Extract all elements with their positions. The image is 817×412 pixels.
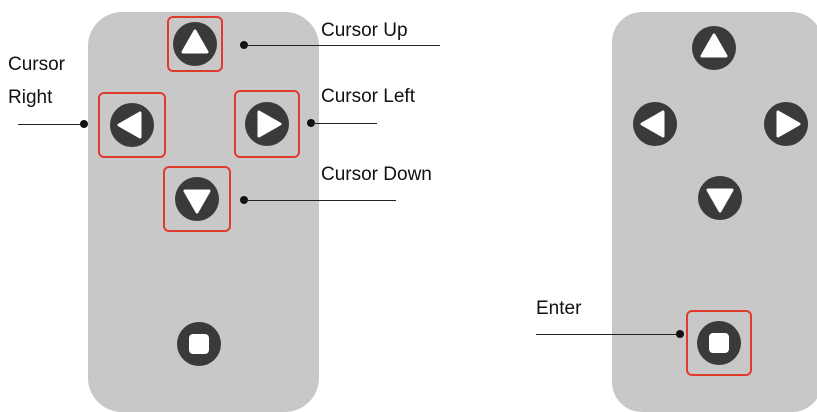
cursor-down-button-2[interactable] [692, 170, 748, 226]
cursor-right-leader-dot [80, 120, 88, 128]
enter-button[interactable] [171, 316, 227, 372]
cursor-right-label-line1: Cursor [8, 54, 66, 75]
triangle-down-icon [175, 177, 219, 221]
cursor-up-leader-line [244, 45, 440, 47]
cursor-down-button[interactable] [163, 166, 231, 232]
cursor-left-label: Cursor Left [321, 86, 415, 107]
enter-leader-line [536, 334, 678, 336]
triangle-down-icon [698, 176, 742, 220]
cursor-right-leader-line [18, 124, 84, 126]
cursor-down-leader-line [244, 200, 396, 202]
cursor-down-label: Cursor Down [321, 164, 432, 185]
triangle-up-icon [692, 26, 736, 70]
triangle-right-icon [764, 102, 808, 146]
triangle-right-icon [245, 102, 289, 146]
cursor-left-button-2[interactable] [758, 96, 814, 152]
cursor-right-label-line2: Right [8, 87, 53, 108]
enter-leader-dot [676, 330, 684, 338]
cursor-up-label: Cursor Up [321, 20, 408, 41]
cursor-up-button[interactable] [167, 16, 223, 72]
square-icon [177, 322, 221, 366]
triangle-up-icon [173, 22, 217, 66]
enter-label: Enter [536, 298, 582, 319]
cursor-left-button[interactable] [234, 90, 300, 158]
triangle-left-icon [110, 103, 154, 147]
cursor-right-button[interactable] [98, 92, 166, 158]
square-icon [697, 321, 741, 365]
cursor-left-leader-line [311, 123, 377, 125]
cursor-right-button-2[interactable] [627, 96, 683, 152]
cursor-up-button-2[interactable] [686, 20, 742, 76]
triangle-left-icon [633, 102, 677, 146]
enter-button-2[interactable] [686, 310, 752, 376]
